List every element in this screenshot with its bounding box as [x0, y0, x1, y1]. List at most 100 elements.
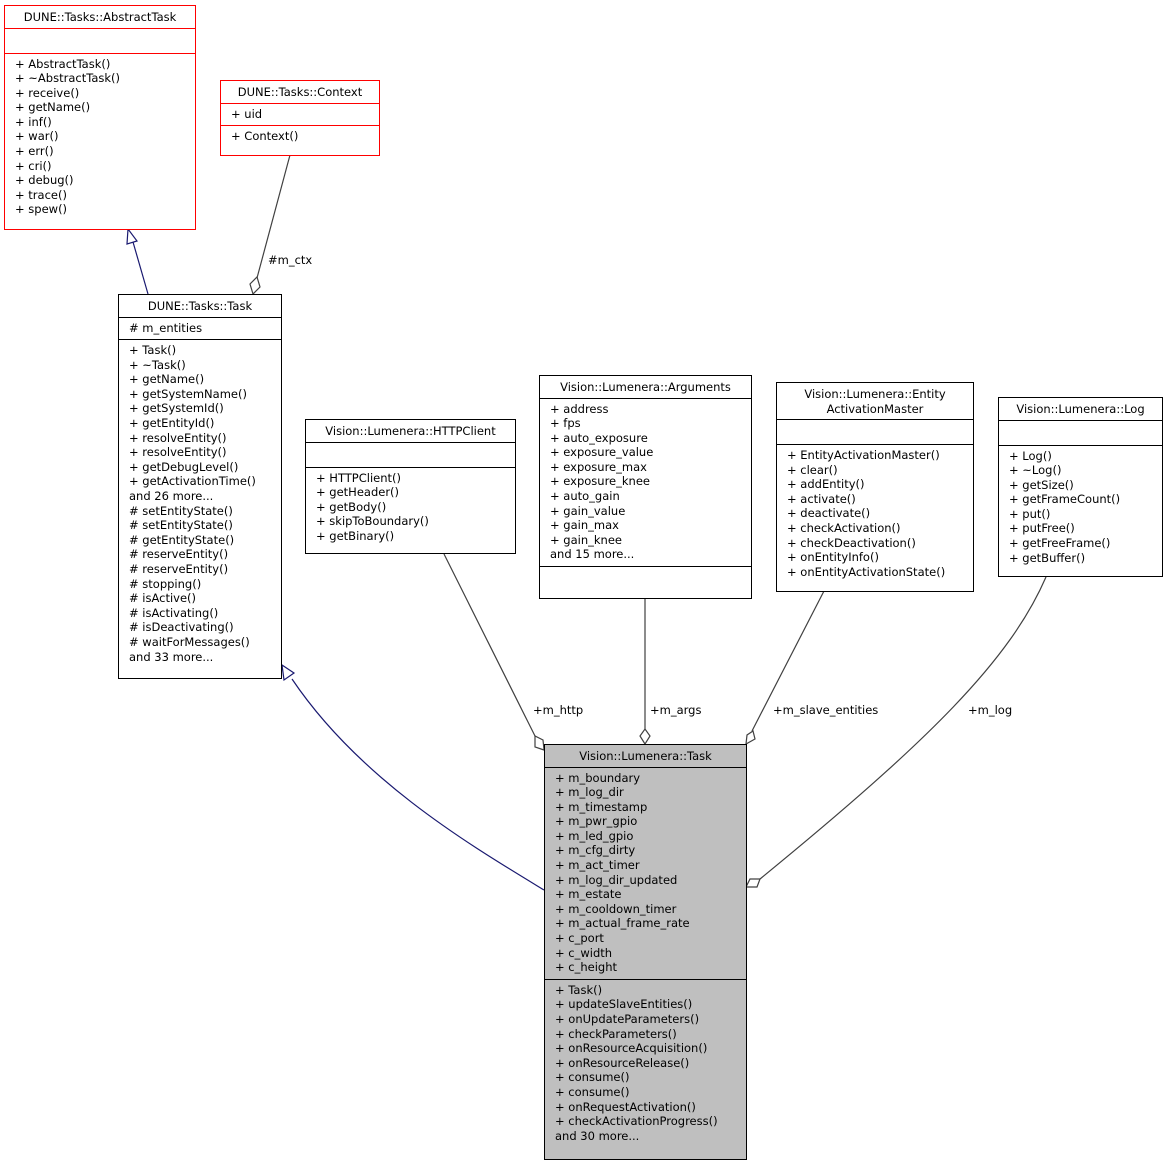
member-method: + checkParameters() — [555, 1026, 677, 1041]
member-attribute: + address — [550, 401, 609, 416]
edge-inheritance-lumenera-dunetask — [291, 678, 545, 891]
member-method: + resolveEntity() — [129, 445, 227, 460]
class-lumenera-task[interactable]: Vision::Lumenera::Task + m_boundary + m_l… — [544, 744, 747, 1160]
member-method: + err() — [15, 144, 54, 159]
member-attribute: + m_cfg_dirty — [555, 843, 636, 858]
member-method: + addEntity() — [787, 477, 865, 492]
member-method: # setEntityState() — [129, 518, 233, 533]
member-attribute: + auto_gain — [550, 489, 620, 504]
class-entity-activation-master[interactable]: Vision::Lumenera::Entity ActivationMaste… — [776, 382, 974, 592]
aggregation-diamond-icon — [249, 275, 261, 296]
member-method: + war() — [15, 129, 59, 144]
aggregation-diamond-icon — [745, 730, 756, 746]
member-method: + onRequestActivation() — [555, 1099, 696, 1114]
class-name: Vision::Lumenera::Entity ActivationMaste… — [777, 383, 973, 419]
methods-section — [540, 566, 751, 591]
edge-inheritance-task-abstracttask — [132, 241, 149, 295]
member-attribute: + m_pwr_gpio — [555, 814, 638, 829]
member-attribute: + exposure_value — [550, 445, 654, 460]
class-name: Vision::Lumenera::Arguments — [560, 380, 731, 394]
member-method: + HTTPClient() — [316, 470, 401, 485]
class-http-client[interactable]: Vision::Lumenera::HTTPClient + HTTPClien… — [305, 419, 516, 554]
member-method: + consume() — [555, 1070, 630, 1085]
member-method: + onEntityActivationState() — [787, 564, 946, 579]
member-attribute: + m_act_timer — [555, 858, 640, 873]
class-name-line2: ActivationMaster — [826, 401, 924, 416]
member-method: # isDeactivating() — [129, 620, 234, 635]
member-method: + spew() — [15, 202, 68, 217]
member-method: + getHeader() — [316, 485, 400, 500]
more-members-note: and 26 more... — [129, 489, 214, 504]
edge-label-m-http: +m_http — [533, 703, 584, 717]
member-method: + getSystemName() — [129, 386, 247, 401]
member-method: # setEntityState() — [129, 503, 233, 518]
edge-aggregation-log — [759, 576, 1047, 880]
class-dune-task[interactable]: DUNE::Tasks::Task # m_entities + Task() +… — [118, 294, 282, 679]
methods-section: + AbstractTask() + ~AbstractTask() + recei… — [5, 52, 195, 222]
class-name: DUNE::Tasks::AbstractTask — [23, 10, 177, 24]
class-name: DUNE::Tasks::Context — [237, 85, 363, 99]
member-method: + Task() — [555, 982, 603, 997]
member-method: + onResourceAcquisition() — [555, 1041, 708, 1056]
member-attribute: + gain_knee — [550, 532, 622, 547]
member-method: + ~Task() — [129, 357, 186, 372]
attributes-section — [306, 441, 515, 467]
member-method: + checkActivationProgress() — [555, 1114, 718, 1129]
member-method: # reserveEntity() — [129, 547, 229, 562]
member-method: + getFreeFrame() — [1009, 536, 1111, 551]
methods-section: + Task() + ~Task() + getName() + getSystemN… — [119, 339, 281, 668]
member-method: + getName() — [129, 372, 205, 387]
member-attribute: + fps — [550, 416, 581, 431]
member-attribute: + m_log_dir — [555, 785, 624, 800]
class-name: Vision::Lumenera::HTTPClient — [325, 424, 496, 438]
class-name: DUNE::Tasks::Task — [147, 299, 253, 313]
member-method: + getActivationTime() — [129, 474, 256, 489]
more-members-note: and 15 more... — [550, 547, 635, 562]
class-context[interactable]: DUNE::Tasks::Context + uid + Context() — [220, 80, 380, 156]
member-method: + getBody() — [316, 499, 387, 514]
member-attribute: + exposure_knee — [550, 474, 650, 489]
attributes-section — [777, 419, 973, 444]
aggregation-diamond-icon — [534, 735, 545, 751]
attributes-section — [5, 27, 195, 53]
member-method: + getEntityId() — [129, 416, 215, 431]
member-attribute: + m_led_gpio — [555, 828, 634, 843]
member-method: + onResourceRelease() — [555, 1055, 690, 1070]
methods-section: + HTTPClient() + getHeader() + getBody() + … — [306, 466, 515, 548]
class-name-line1: Vision::Lumenera::Entity — [804, 387, 946, 401]
member-method: + AbstractTask() — [15, 56, 111, 71]
more-members-note: and 33 more... — [129, 649, 214, 664]
member-method: + getDebugLevel() — [129, 459, 239, 474]
aggregation-diamond-icon — [639, 727, 651, 746]
class-arguments[interactable]: Vision::Lumenera::Arguments + address + f… — [539, 375, 752, 599]
member-method: + onUpdateParameters() — [555, 1012, 700, 1026]
member-method: + checkActivation() — [787, 520, 901, 535]
member-method: + cri() — [15, 158, 52, 173]
class-log[interactable]: Vision::Lumenera::Log + Log() + ~Log() + g… — [998, 397, 1163, 577]
member-method: + checkDeactivation() — [787, 535, 916, 550]
methods-section: + Log() + ~Log() + getSize() + getFrameCoun… — [999, 444, 1162, 570]
attributes-section: # m_entities — [119, 316, 281, 340]
member-attribute: + uid — [231, 106, 263, 121]
member-method: # isActive() — [129, 591, 197, 606]
attributes-section: + uid — [221, 102, 379, 126]
aggregation-diamond-icon — [745, 878, 761, 888]
member-method: + activate() — [787, 491, 856, 506]
member-attribute: + auto_exposure — [550, 430, 648, 445]
edge-label-m-ctx: #m_ctx — [268, 253, 313, 267]
member-method: + consume() — [555, 1084, 630, 1099]
member-method: + Log() — [1009, 448, 1052, 463]
class-name: Vision::Lumenera::Task — [579, 749, 712, 763]
member-method: + receive() — [15, 85, 80, 100]
methods-section: + Context() — [221, 125, 379, 148]
member-method: + skipToBoundary() — [316, 514, 429, 529]
member-attribute: + c_port — [555, 931, 604, 946]
edge-label-m-args: +m_args — [650, 703, 702, 717]
member-attribute: + m_estate — [555, 887, 622, 902]
class-abstract-task[interactable]: DUNE::Tasks::AbstractTask + AbstractTask… — [4, 5, 196, 230]
more-members-note: and 30 more... — [555, 1128, 640, 1143]
member-method: + deactivate() — [787, 506, 871, 521]
member-method: + debug() — [15, 173, 74, 188]
inheritance-arrowhead-icon — [126, 227, 138, 245]
attributes-section: + m_boundary + m_log_dir + m_timestamp + m_… — [545, 766, 746, 979]
